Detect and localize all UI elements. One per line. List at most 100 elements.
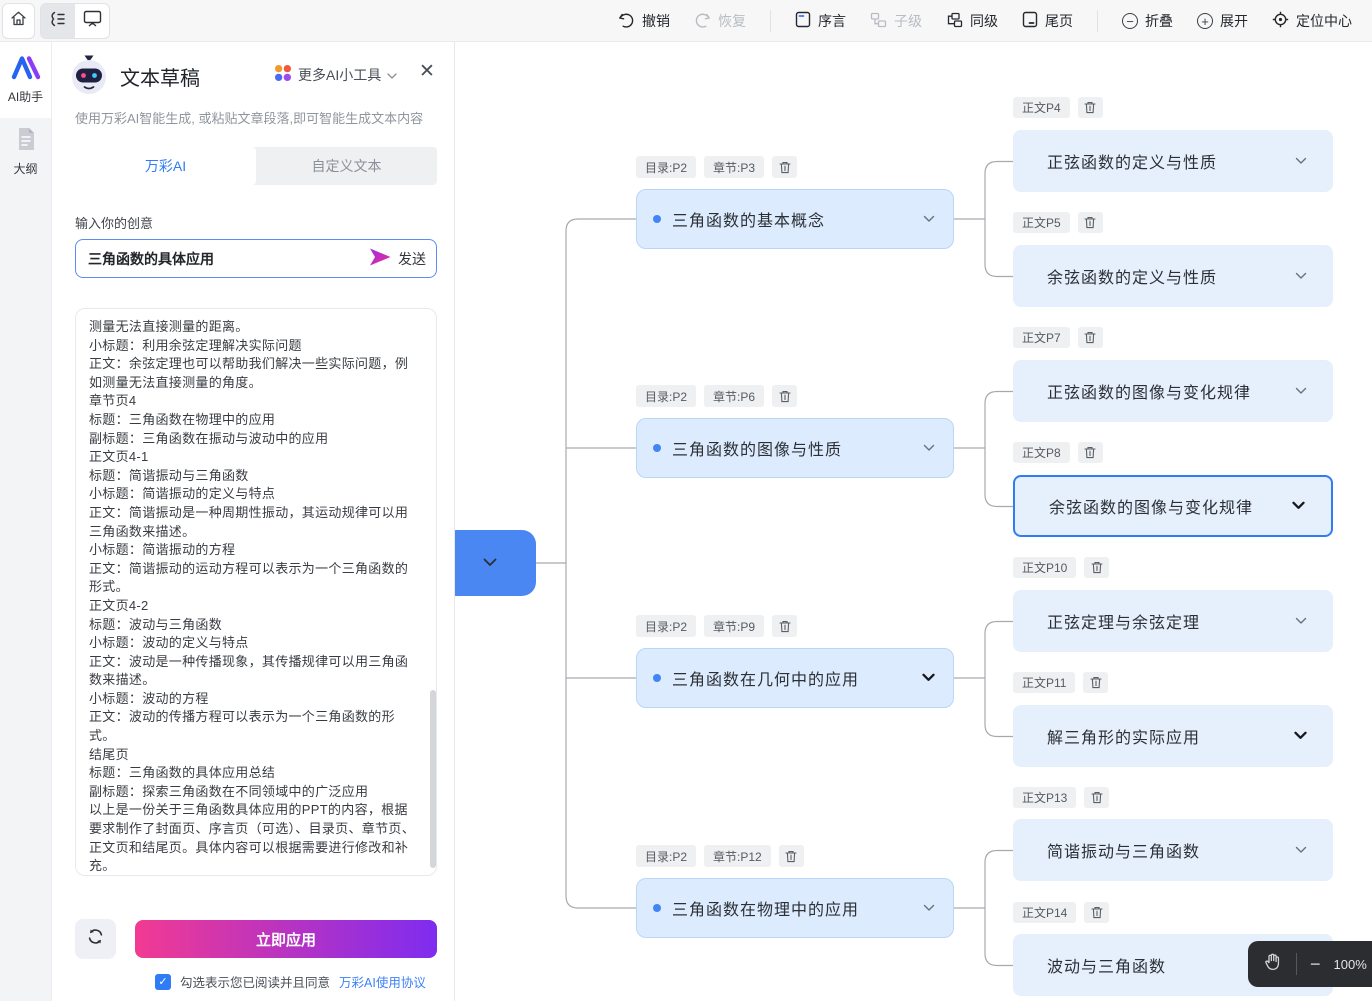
agreement-text: 勾选表示您已阅读并且同意 [180,976,331,990]
redo-button[interactable]: 恢复 [694,11,746,31]
zoom-out-button[interactable]: − [1310,955,1321,973]
preface-label: 序言 [818,13,846,29]
child-label: 解三角形的实际应用 [1047,730,1201,747]
top-toolbar: 撤销 恢复 序言 子级 同级 尾页 − 折叠 + 展开 定位中心 [0,0,1372,42]
apply-now-button[interactable]: 立即应用 [135,920,437,958]
chevron-down-icon[interactable] [923,899,935,917]
draft-scrollbar-thumb[interactable] [430,690,436,868]
delete-node-button[interactable] [1077,97,1103,118]
rail-item-ai-assistant[interactable]: AI助手 [0,42,51,118]
page-badge: 正文P4 [1013,97,1070,118]
branch-node[interactable]: 三角函数的基本概念 [636,189,954,249]
toolbar-divider [770,10,771,32]
delete-node-button[interactable] [772,385,798,407]
child-label: 正弦函数的图像与变化规律 [1047,385,1252,402]
chevron-down-icon[interactable] [1295,267,1307,285]
branch-node[interactable]: 三角函数在几何中的应用 [636,648,954,708]
chevron-down-icon[interactable] [922,669,935,687]
view-toggle-group [40,3,110,39]
add-sibling-button[interactable]: 同级 [946,11,998,31]
delete-node-button[interactable] [1077,212,1103,233]
chevron-down-icon[interactable] [1295,841,1307,859]
undo-label: 撤销 [642,13,670,29]
child-node[interactable]: 简谐振动与三角函数 [1013,819,1333,881]
root-node[interactable] [455,530,536,596]
home-button[interactable] [2,3,35,39]
page-badge: 目录:P2 [636,156,697,178]
more-ai-tools-button[interactable]: 更多AI小工具 [274,64,397,85]
node-badges: 正文P5 [1013,212,1103,233]
child-label: 简谐振动与三角函数 [1047,844,1201,861]
tab-custom-text[interactable]: 自定义文本 [256,147,437,185]
chevron-down-icon[interactable] [1295,612,1307,630]
node-badges: 目录:P2 章节:P12 [636,845,804,867]
delete-node-button[interactable] [772,615,798,637]
delete-node-button[interactable] [1084,902,1110,923]
preface-button[interactable]: 序言 [795,11,846,31]
chevron-down-icon[interactable] [1292,497,1305,515]
locate-center-icon [1272,11,1289,31]
delete-node-button[interactable] [1083,672,1109,693]
outline-view-toggle[interactable] [41,4,75,38]
tab-wancai-ai[interactable]: 万彩AI [75,147,256,185]
page-badge: 正文P7 [1013,327,1070,348]
bullet-dot-icon [653,215,661,223]
page-badge: 正文P10 [1013,557,1077,578]
delete-node-button[interactable] [1077,442,1103,463]
tail-page-button[interactable]: 尾页 [1022,11,1073,31]
chevron-down-icon[interactable] [1295,382,1307,400]
chevron-down-icon[interactable] [1295,152,1307,170]
ai-tools-grid-icon [274,64,292,85]
outline-view-icon [49,11,67,32]
hand-pan-icon[interactable] [1262,951,1283,977]
node-badges: 正文P8 [1013,442,1103,463]
send-button[interactable]: 发送 [368,247,426,270]
presentation-view-toggle[interactable] [75,4,109,38]
child-label: 余弦函数的图像与变化规律 [1049,500,1254,517]
chevron-down-icon[interactable] [1294,727,1307,745]
regenerate-button[interactable] [75,919,116,959]
draft-text-area[interactable]: 测量无法直接测量的距离。 小标题：利用余弦定理解决实际问题 正文：余弦定理也可以… [75,308,437,876]
send-icon [368,247,392,270]
child-label: 正弦定理与余弦定理 [1047,615,1201,632]
add-child-button[interactable]: 子级 [870,11,922,31]
child-node[interactable]: 正弦定理与余弦定理 [1013,590,1333,652]
undo-icon [618,12,635,31]
agreement-checkbox[interactable]: ✓ [155,973,171,990]
delete-node-button[interactable] [772,156,798,178]
delete-node-button[interactable] [1077,327,1103,348]
branch-label: 三角函数在几何中的应用 [672,672,860,689]
close-panel-button[interactable]: ✕ [412,56,442,86]
home-icon [10,10,27,32]
delete-node-button[interactable] [1084,557,1110,578]
node-badges: 正文P14 [1013,902,1110,923]
mindmap-canvas[interactable]: 目录:P2 章节:P3 三角函数的基本概念 目录:P2 章节:P6 三角函数的图… [455,42,1372,1001]
page-badge: 正文P11 [1013,672,1076,693]
branch-node[interactable]: 三角函数在物理中的应用 [636,878,954,938]
page-badge: 章节:P3 [704,156,765,178]
page-badge: 正文P5 [1013,212,1070,233]
sibling-label: 同级 [970,13,998,29]
expand-button[interactable]: + 展开 [1197,11,1248,31]
preface-page-icon [795,11,811,31]
node-badges: 目录:P2 章节:P9 [636,615,798,637]
ai-assistant-logo-icon [10,55,42,83]
undo-button[interactable]: 撤销 [618,11,670,31]
child-node[interactable]: 正弦函数的定义与性质 [1013,130,1333,192]
branch-node[interactable]: 三角函数的图像与性质 [636,418,954,478]
idea-input[interactable] [88,250,368,267]
child-node[interactable]: 解三角形的实际应用 [1013,705,1333,767]
collapse-button[interactable]: − 折叠 [1122,11,1173,31]
agreement-link[interactable]: 万彩AI使用协议 [339,972,426,991]
redo-icon [694,12,711,31]
delete-node-button[interactable] [1084,787,1110,808]
delete-node-button[interactable] [778,845,804,867]
child-node[interactable]: 正弦函数的图像与变化规律 [1013,360,1333,422]
child-node[interactable]: 余弦函数的定义与性质 [1013,245,1333,307]
chevron-down-icon[interactable] [923,439,935,457]
redo-label: 恢复 [718,13,746,29]
rail-item-outline[interactable]: 大纲 [0,118,51,184]
chevron-down-icon[interactable] [923,210,935,228]
child-node-selected[interactable]: 余弦函数的图像与变化规律 [1013,475,1333,537]
locate-center-button[interactable]: 定位中心 [1272,11,1352,31]
